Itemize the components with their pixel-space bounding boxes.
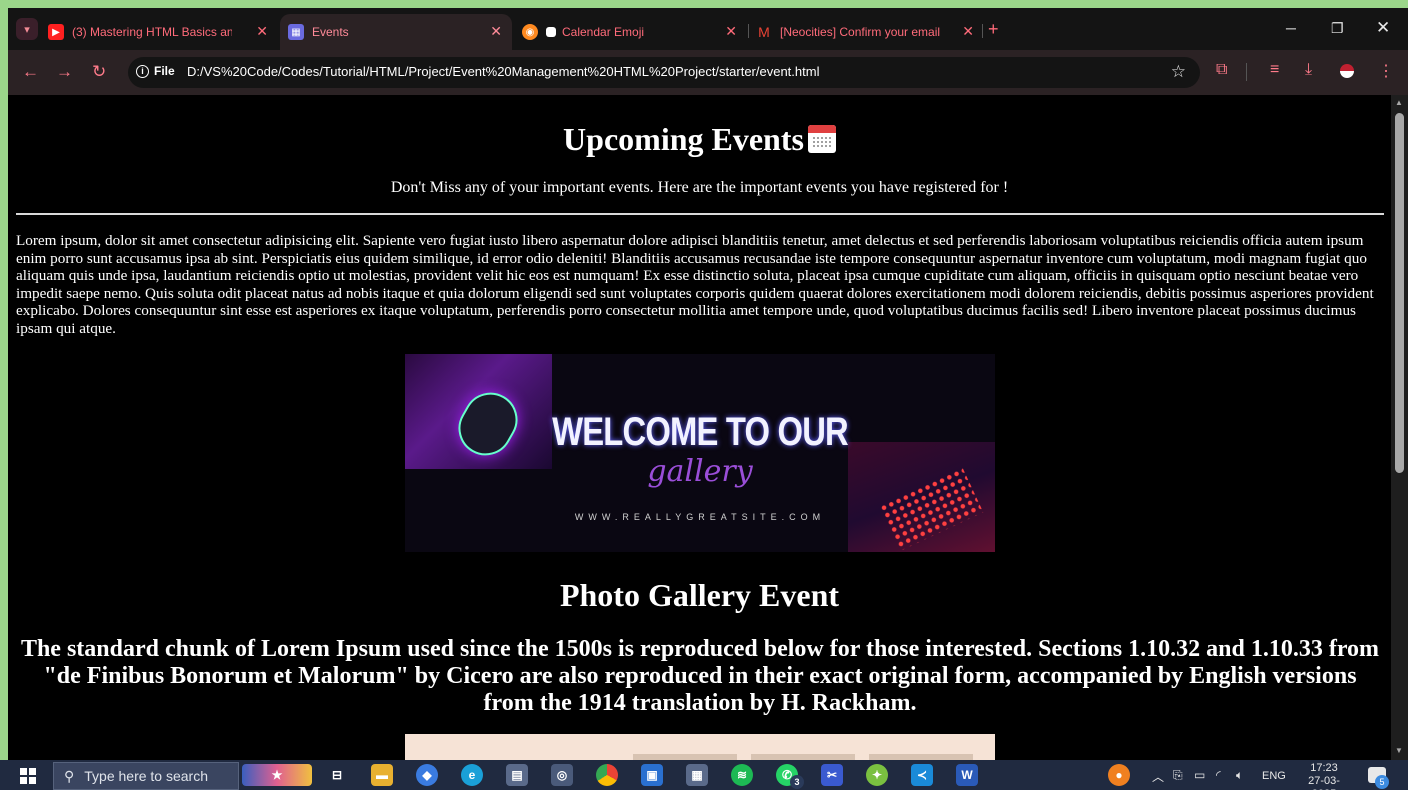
info-icon: i: [136, 64, 149, 78]
tab-title: Events: [312, 25, 349, 39]
extensions-icon[interactable]: ⧉: [1216, 61, 1227, 79]
page-subtitle: Don't Miss any of your important events.…: [390, 179, 1009, 196]
edge-icon[interactable]: e: [461, 764, 483, 786]
banner-headline: WELCOME TO OUR: [552, 410, 849, 454]
intro-paragraph: Lorem ipsum, dolor sit amet consectetur …: [16, 232, 1374, 337]
scroll-thumb[interactable]: [1395, 113, 1404, 473]
search-icon: ⚲: [64, 767, 75, 784]
menu-icon[interactable]: ⋮: [1378, 61, 1394, 81]
clock-time: 17:23: [1310, 762, 1338, 774]
clock-date: 27-03-2025: [1308, 775, 1340, 790]
notification-badge: 5: [1375, 775, 1389, 789]
snipping-tool-icon[interactable]: ✂: [821, 764, 843, 786]
meet-icon[interactable]: ⎘: [1173, 768, 1183, 783]
new-tab-button[interactable]: +: [988, 19, 999, 40]
address-bar[interactable]: i File D:/VS%20Code/Codes/Tutorial/HTML/…: [128, 57, 1200, 88]
chrome-icon[interactable]: [596, 764, 618, 786]
taskbar-search-placeholder: Type here to search: [84, 768, 209, 784]
site-info-label: File: [154, 64, 175, 78]
tab-search-button[interactable]: ▾: [16, 18, 38, 40]
photos-icon[interactable]: ▣: [641, 764, 663, 786]
language-indicator[interactable]: ENG: [1262, 770, 1286, 782]
browser-toolbar: ← → ↻ i File D:/VS%20Code/Codes/Tutorial…: [8, 50, 1408, 95]
wifi-icon[interactable]: ◜: [1216, 768, 1221, 782]
reading-list-icon[interactable]: ≡: [1270, 61, 1279, 79]
back-button[interactable]: ←: [22, 62, 39, 82]
calendar-icon: ▦: [288, 24, 304, 40]
toolbar-separator: [1246, 63, 1247, 81]
spotify-icon[interactable]: ≋: [731, 764, 753, 786]
tab-events[interactable]: ▦ Events ✕: [280, 14, 512, 50]
page-viewport: Upcoming Events Don't Miss any of your i…: [8, 95, 1391, 760]
tab-title: [Neocities] Confirm your email ad: [780, 25, 940, 39]
scroll-up-arrow[interactable]: ▲: [1395, 98, 1403, 107]
reload-button[interactable]: ↻: [92, 62, 106, 82]
tab-strip: ▾ ▶ (3) Mastering HTML Basics and Bo ✕ ▦…: [8, 8, 1408, 50]
chevron-up-icon[interactable]: ︿: [1152, 768, 1164, 785]
horizontal-rule: [16, 213, 1384, 215]
camera-icon[interactable]: ◎: [551, 764, 573, 786]
close-icon[interactable]: ✕: [725, 23, 737, 40]
close-icon[interactable]: ✕: [490, 23, 502, 40]
banner-site: WWW.REALLYGREATSITE.COM: [574, 512, 826, 522]
window-close-button[interactable]: ✕: [1376, 18, 1390, 38]
taskbar-clock[interactable]: 17:23 27-03-2025: [1298, 762, 1350, 790]
section-title: Photo Gallery Event: [559, 577, 840, 613]
windows-taskbar: ⚲ Type here to search ★ ⊟ ▬ ◆ e ▤ ◎ ▣ ▦ …: [0, 760, 1408, 790]
close-icon[interactable]: ✕: [256, 23, 268, 40]
banner-script: gallery: [647, 454, 753, 489]
copilot-icon[interactable]: ◆: [416, 764, 438, 786]
page-scrollbar[interactable]: ▲ ▼: [1391, 95, 1408, 760]
browser-window: ▾ ▶ (3) Mastering HTML Basics and Bo ✕ ▦…: [8, 8, 1408, 95]
task-view-icon[interactable]: ⊟: [326, 764, 348, 786]
taskbar-search-box[interactable]: ⚲ Type here to search: [53, 762, 239, 790]
tab-separator: [982, 24, 983, 38]
download-icon[interactable]: ⤓: [1305, 61, 1312, 79]
battery-icon[interactable]: ▭: [1194, 768, 1205, 782]
tab-title: (3) Mastering HTML Basics and Bo: [72, 25, 232, 39]
section-description: The standard chunk of Lorem Ipsum used s…: [20, 636, 1380, 716]
youtube-icon: ▶: [48, 24, 64, 40]
profile-avatar[interactable]: [1340, 64, 1354, 78]
tab-title: Calendar Emoji: [562, 25, 645, 39]
page-title-text: Upcoming Events: [563, 121, 804, 157]
calendar-icon: [546, 27, 556, 37]
tab-calendar-emoji[interactable]: ◉ Calendar Emoji ✕: [522, 14, 747, 50]
site-info-chip[interactable]: i File: [136, 64, 175, 78]
android-studio-icon[interactable]: ✦: [866, 764, 888, 786]
word-icon[interactable]: W: [956, 764, 978, 786]
start-button[interactable]: [20, 768, 36, 784]
store-icon[interactable]: ▤: [506, 764, 528, 786]
scroll-down-arrow[interactable]: ▼: [1395, 746, 1403, 755]
whatsapp-badge: 3: [790, 775, 804, 789]
volume-icon[interactable]: 🔈︎: [1236, 768, 1243, 783]
gallery-photo: [405, 734, 995, 760]
minimize-button[interactable]: ─: [1286, 20, 1296, 36]
weather-icon[interactable]: ●: [1108, 764, 1130, 786]
vscode-icon[interactable]: ≺: [911, 764, 933, 786]
gallery-banner-image: WELCOME TO OUR gallery WWW.REALLYGREATSI…: [405, 354, 995, 552]
calculator-icon[interactable]: ▦: [686, 764, 708, 786]
tab-youtube[interactable]: ▶ (3) Mastering HTML Basics and Bo ✕: [48, 14, 278, 50]
calendar-emoji-icon: [807, 125, 836, 153]
gmail-icon: M: [758, 24, 770, 40]
url-text[interactable]: D:/VS%20Code/Codes/Tutorial/HTML/Project…: [187, 64, 819, 79]
emoji-icon: ◉: [522, 24, 538, 40]
restore-button[interactable]: ❐: [1331, 20, 1344, 37]
tab-gmail[interactable]: M [Neocities] Confirm your email ad ✕: [756, 14, 984, 50]
close-icon[interactable]: ✕: [962, 23, 974, 40]
file-explorer-icon[interactable]: ▬: [371, 764, 393, 786]
page-title: Upcoming Events: [8, 121, 1391, 158]
forward-button[interactable]: →: [56, 62, 73, 82]
widgets-button[interactable]: ★: [242, 764, 312, 786]
bookmark-star-icon[interactable]: ☆: [1171, 62, 1186, 82]
tab-separator: [748, 24, 749, 38]
